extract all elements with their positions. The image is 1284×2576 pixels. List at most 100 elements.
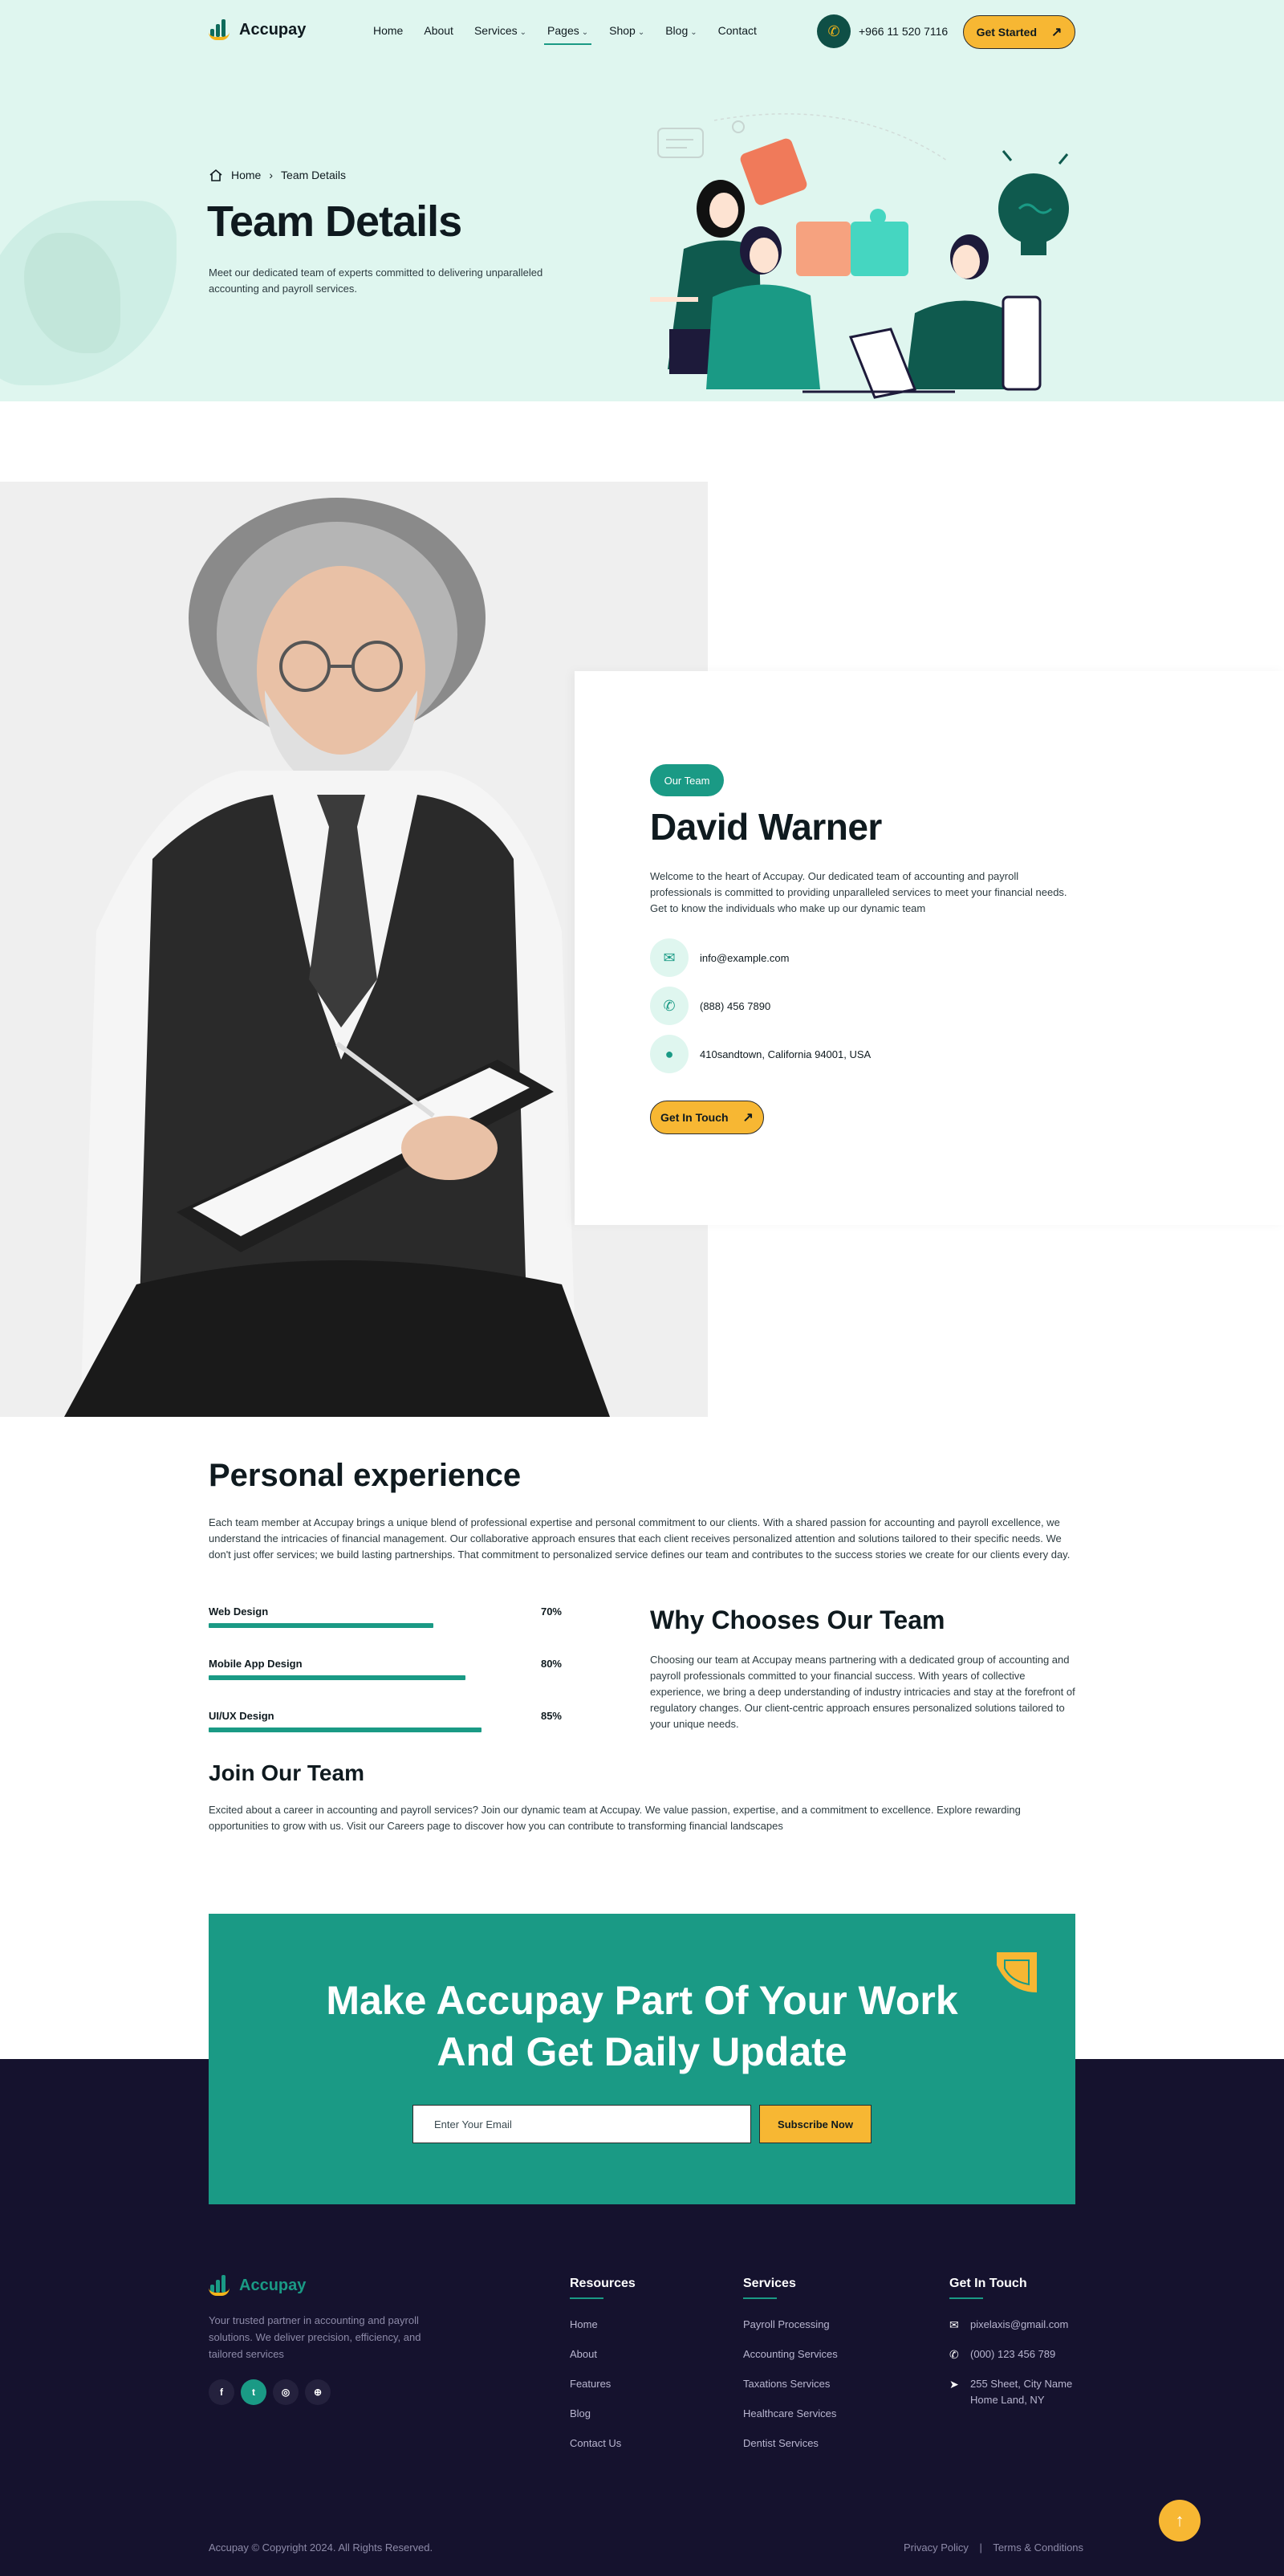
breadcrumb: Home › Team Details [209,169,346,181]
subscribe-button[interactable]: Subscribe Now [759,2105,872,2143]
contact-address: 410sandtown, California 94001, USA [700,1048,872,1060]
nav-item-shop[interactable]: Shop ⌄ [609,24,644,37]
newsletter-title: Make Accupay Part Of Your Work And Get D… [209,1975,1075,2077]
hero-description: Meet our dedicated team of experts commi… [209,267,543,295]
team-tag-badge: Our Team [650,764,724,796]
chevron-down-icon: ⌄ [581,28,589,37]
skill-label: UI/UX Design [209,1710,274,1722]
get-started-label: Get Started [976,26,1038,39]
newsletter-title-line1: Make Accupay Part Of Your Work [326,1978,958,2023]
instagram-icon[interactable]: ◎ [273,2379,299,2405]
get-in-touch-label: Get In Touch [660,1111,729,1124]
logo[interactable]: Accupay [209,19,306,40]
legal-links: Privacy Policy | Terms & Conditions [904,2541,1083,2554]
nav-item-pages[interactable]: Pages ⌄ [544,24,592,45]
scroll-to-top-button[interactable]: ↑ [1159,2500,1201,2541]
footer-link-payroll[interactable]: Payroll Processing [743,2318,830,2330]
footer-link-about[interactable]: About [570,2348,597,2360]
logo-icon [209,2275,231,2296]
experience-text: Each team member at Accupay brings a uni… [209,1516,1071,1561]
get-started-button[interactable]: Get Started ↗ [963,15,1075,49]
breadcrumb-home[interactable]: Home [231,169,261,181]
breadcrumb-current: Team Details [281,169,346,181]
mail-icon: ✉ [949,2318,959,2331]
hero-section: Accupay Home About Services ⌄ Pages ⌄ Shop… [0,0,1284,401]
nav-item-about[interactable]: About [424,24,453,37]
team-member-bio: Welcome to the heart of Accupay. Our ded… [650,870,1067,914]
skill-web-design: Web Design 70% [209,1605,562,1628]
header-phone[interactable]: ✆ +966 11 520 7116 [817,14,948,48]
privacy-policy-link[interactable]: Privacy Policy [904,2541,969,2554]
get-in-touch-button[interactable]: Get In Touch ↗ [650,1101,764,1134]
copyright-text: Accupay © Copyright 2024. All Rights Res… [209,2541,433,2554]
skill-percent: 70% [540,1605,562,1618]
footer-logo-text: Accupay [239,2276,307,2294]
skill-percent: 80% [540,1658,562,1670]
newsletter-email-input[interactable]: Enter Your Email [412,2105,751,2143]
nav-menu: Home About Services ⌄ Pages ⌄ Shop ⌄ Blog ⌄ … [373,24,778,45]
skill-mobile-app-design: Mobile App Design 80% [209,1658,562,1680]
footer-link-blog[interactable]: Blog [570,2407,591,2419]
footer-link-dentist[interactable]: Dentist Services [743,2437,819,2449]
contact-phone-row[interactable]: ✆ (888) 456 7890 [650,987,770,1025]
footer-link-features[interactable]: Features [570,2378,611,2390]
header-phone-number: +966 11 520 7116 [859,25,949,38]
terms-link[interactable]: Terms & Conditions [993,2541,1083,2554]
chevron-right-icon: › [269,169,274,181]
footer-link-accounting[interactable]: Accounting Services [743,2348,838,2360]
team-illustration [650,113,1069,399]
footer-contact-title: Get In Touch [949,2277,1027,2299]
main-navbar: Accupay Home About Services ⌄ Pages ⌄ Shop… [0,0,1284,64]
logo-icon [209,19,231,40]
dribbble-icon[interactable]: ⊕ [305,2379,331,2405]
contact-phone: (888) 456 7890 [700,999,771,1012]
facebook-icon[interactable]: f [209,2379,234,2405]
skill-bar [209,1623,433,1628]
home-icon [209,169,222,181]
page-title: Team Details [207,197,462,246]
footer-address: 255 Sheet, City Name Home Land, NY [970,2376,1072,2408]
skill-bar [209,1675,465,1680]
why-choose-title: Why Chooses Our Team [650,1605,945,1634]
phone-icon: ✆ [650,987,689,1025]
experience-title: Personal experience [209,1458,522,1493]
footer-phone: (000) 123 456 789 [970,2348,1056,2360]
skill-bar [209,1728,482,1732]
nav-item-contact[interactable]: Contact [718,24,757,37]
footer-link-taxations[interactable]: Taxations Services [743,2378,830,2390]
arrow-up-right-icon: ↗ [742,1111,754,1125]
footer-phone-row[interactable]: ✆ (000) 123 456 789 [949,2346,1055,2362]
nav-item-blog[interactable]: Blog ⌄ [665,24,697,37]
skill-ui-ux-design: UI/UX Design 85% [209,1710,562,1732]
send-icon: ➤ [949,2378,959,2391]
phone-icon: ✆ [817,14,851,48]
phone-icon: ✆ [949,2348,959,2361]
nav-item-services[interactable]: Services ⌄ [474,24,526,37]
footer-logo[interactable]: Accupay [209,2275,306,2296]
newsletter-title-line2: And Get Daily Update [437,2029,847,2074]
footer-email-row[interactable]: ✉ pixelaxis@gmail.com [949,2317,1068,2333]
arrow-up-icon: ↑ [1175,2510,1184,2530]
skill-label: Web Design [209,1605,269,1618]
chevron-down-icon: ⌄ [519,28,527,37]
footer-resources-title: Resources [570,2277,636,2299]
arrow-up-right-icon: ↗ [1051,26,1063,39]
logo-text: Accupay [239,20,307,39]
join-team-title: Join Our Team [209,1760,364,1785]
team-member-name: David Warner [650,806,882,848]
footer-address-row: ➤ 255 Sheet, City Name Home Land, NY [949,2376,1072,2408]
contact-email-row[interactable]: ✉ info@example.com [650,938,789,977]
footer-link-healthcare[interactable]: Healthcare Services [743,2407,836,2419]
chevron-down-icon: ⌄ [637,28,645,37]
footer-email: pixelaxis@gmail.com [970,2318,1069,2330]
twitter-icon[interactable]: t [241,2379,266,2405]
footer-link-contact-us[interactable]: Contact Us [570,2437,621,2449]
footer-address-line2: Home Land, NY [970,2394,1045,2406]
footer-services-title: Services [743,2277,796,2299]
contact-email: info@example.com [700,951,790,964]
footer-link-home[interactable]: Home [570,2318,598,2330]
footer-address-line1: 255 Sheet, City Name [970,2378,1073,2390]
nav-item-home[interactable]: Home [373,24,403,37]
chevron-down-icon: ⌄ [690,28,697,37]
footer-about-text: Your trusted partner in accounting and p… [209,2314,421,2360]
